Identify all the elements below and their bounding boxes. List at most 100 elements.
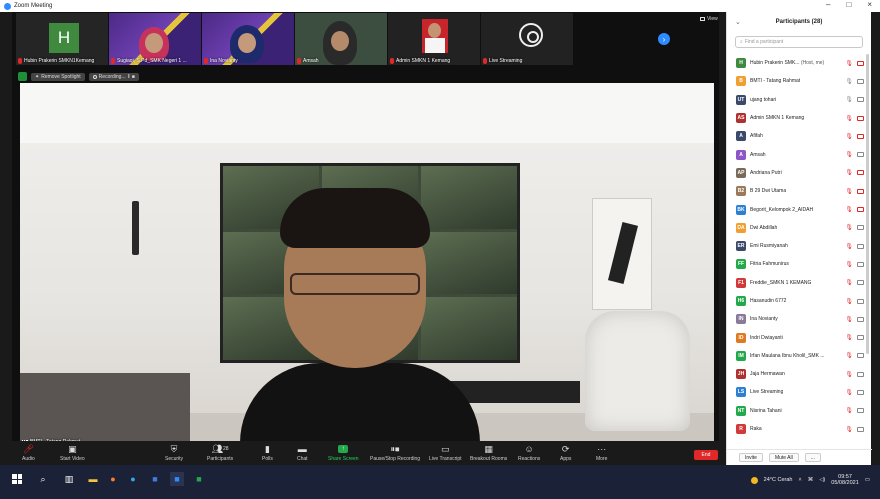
security-button[interactable]: ⛨ Security	[165, 443, 183, 463]
search-input[interactable]: ⌕ Find a participant	[735, 36, 863, 48]
mic-muted-icon[interactable]: 🎙︎	[845, 316, 853, 323]
stop-icon[interactable]: ■	[132, 74, 135, 80]
view-button[interactable]: View	[700, 16, 718, 22]
invite-button[interactable]: Invite	[739, 453, 763, 462]
camera-off-icon[interactable]	[857, 133, 864, 139]
mic-muted-icon[interactable]: 🎙︎	[845, 133, 853, 140]
mic-muted-icon[interactable]: 🎙︎	[845, 334, 853, 341]
mic-muted-icon[interactable]: 🎙︎	[845, 169, 853, 176]
camera-off-icon[interactable]	[857, 60, 864, 66]
participant-row[interactable]: BK Begorit_Kelompok 2_AIDAH 🎙︎	[727, 200, 872, 218]
app-icon[interactable]: ■	[148, 472, 162, 486]
pause-icon[interactable]: ‖	[128, 74, 130, 80]
camera-icon[interactable]	[857, 261, 864, 267]
mic-muted-icon[interactable]: 🎙︎	[845, 352, 853, 359]
camera-icon[interactable]	[857, 243, 864, 249]
camera-icon[interactable]	[857, 280, 864, 286]
participant-row[interactable]: H6 Hasanudin 6772 🎙︎	[727, 292, 872, 310]
participant-row[interactable]: DA Dwi Abdillah 🎙︎	[727, 219, 872, 237]
task-view-icon[interactable]: ▥	[62, 472, 76, 486]
thumbnail-tile[interactable]: H Hubin Prakerin SMKN1Kemang	[16, 13, 108, 65]
camera-off-icon[interactable]	[857, 115, 864, 121]
chevron-up-icon[interactable]: ˄	[798, 477, 801, 483]
maximize-button[interactable]: □	[846, 0, 851, 9]
participant-row[interactable]: ID Indri Dwiayanti 🎙︎	[727, 328, 872, 346]
camera-icon[interactable]	[857, 298, 864, 304]
more-button[interactable]: ··· More	[596, 443, 607, 462]
camera-icon[interactable]	[857, 353, 864, 359]
next-page-arrow-icon[interactable]: ›	[658, 33, 670, 45]
camera-icon[interactable]	[857, 316, 864, 322]
participant-row[interactable]: B BMTI - Tatang Rahmat 🎙︎	[727, 72, 872, 90]
thumbnail-tile[interactable]: Admin SMKN 1 Kemang	[388, 13, 480, 65]
mic-muted-icon[interactable]: 🎙︎	[845, 151, 853, 158]
camera-icon[interactable]	[857, 389, 864, 395]
network-icon[interactable]: ⌘	[808, 477, 814, 483]
participant-row[interactable]: IM Irfan Maulana Ibnu Kholil_SMK ... 🎙︎	[727, 347, 872, 365]
chevron-down-icon[interactable]: ⌄	[735, 18, 741, 26]
chat-button[interactable]: ▬ Chat	[297, 443, 308, 462]
participant-row[interactable]: A Afifah 🎙︎	[727, 127, 872, 145]
close-button[interactable]: ×	[867, 0, 872, 9]
camera-icon[interactable]	[857, 408, 864, 414]
participant-row[interactable]: AS Admin SMKN 1 Kemang 🎙︎	[727, 109, 872, 127]
participants-button[interactable]: 👥︎ 28 Participants	[207, 443, 233, 463]
pause-recording-button[interactable]: ⏸︎⏹︎ Pause/Stop Recording	[370, 443, 420, 463]
edge-icon[interactable]: ●	[126, 472, 140, 486]
camera-icon[interactable]	[857, 426, 864, 432]
participant-row[interactable]: NT Nisrina Tahani 🎙︎	[727, 402, 872, 420]
firefox-icon[interactable]: ●	[106, 472, 120, 486]
mic-muted-icon[interactable]: 🎙︎	[845, 298, 853, 305]
participant-row[interactable]: LS Live Streaming 🎙︎	[727, 383, 872, 401]
app-icon[interactable]: ■	[192, 472, 206, 486]
more-options-button[interactable]: ...	[804, 453, 821, 462]
thumbnail-tile[interactable]: Ina Novianty	[202, 13, 294, 65]
reactions-button[interactable]: ☺ Reactions	[518, 443, 540, 462]
camera-icon[interactable]	[857, 225, 864, 231]
mic-muted-icon[interactable]: 🎙︎	[845, 279, 853, 286]
share-screen-button[interactable]: ↑ Share Screen	[328, 443, 359, 462]
start-button[interactable]	[10, 472, 24, 486]
participant-row[interactable]: H Hubin Prakerin SMK... (Host, me) 🎙︎	[727, 54, 872, 72]
mic-muted-icon[interactable]: 🎙︎	[845, 115, 853, 122]
notification-icon[interactable]: ▭	[865, 477, 870, 483]
participant-row[interactable]: UT ujang tohari 🎙︎	[727, 91, 872, 109]
polls-button[interactable]: ▮ Polls	[262, 443, 273, 463]
camera-icon[interactable]	[857, 152, 864, 158]
camera-icon[interactable]	[857, 97, 864, 103]
thumbnail-tile[interactable]: Amsah	[295, 13, 387, 65]
participant-row[interactable]: B2 B 29 Dwi Utama 🎙︎	[727, 182, 872, 200]
scrollbar[interactable]	[866, 54, 869, 354]
thumbnail-tile[interactable]: Sugiaqi, S.Pd_SMK Negeri 1 ...	[109, 13, 201, 65]
mic-muted-icon[interactable]: 🎙︎	[845, 426, 853, 433]
mic-muted-icon[interactable]: 🎙︎	[845, 389, 853, 396]
mic-muted-icon[interactable]: 🎙︎	[845, 206, 853, 213]
participant-row[interactable]: F1 Freddie_SMKN 1 KEMANG 🎙︎	[727, 274, 872, 292]
mic-muted-icon[interactable]: 🎙︎	[845, 407, 853, 414]
camera-icon[interactable]	[857, 335, 864, 341]
participant-row[interactable]: AP Andriana Putri 🎙︎	[727, 164, 872, 182]
minimize-button[interactable]: –	[826, 0, 830, 9]
participant-row[interactable]: IN Ina Novianty 🎙︎	[727, 310, 872, 328]
camera-off-icon[interactable]	[857, 207, 864, 213]
participant-row[interactable]: JH Jaja Hermawan 🎙︎	[727, 365, 872, 383]
remove-spotlight-button[interactable]: ✦ Remove Spotlight	[31, 72, 85, 81]
search-icon[interactable]: ⌕	[36, 472, 50, 486]
participant-row[interactable]: ER Emi Rusmiyanah 🎙︎	[727, 237, 872, 255]
participant-row[interactable]: A Amsah 🎙︎	[727, 145, 872, 163]
audio-button[interactable]: 🎤︎ Audio	[22, 443, 35, 463]
mic-muted-icon[interactable]: 🎙︎	[845, 60, 853, 67]
mic-icon[interactable]: 🎙︎	[845, 96, 853, 103]
mic-muted-icon[interactable]: 🎙︎	[845, 188, 853, 195]
breakout-rooms-button[interactable]: ▦ Breakout Rooms	[470, 443, 507, 463]
participant-row[interactable]: FF Fitria Fahmunirus 🎙︎	[727, 255, 872, 273]
camera-icon[interactable]	[857, 371, 864, 377]
security-shield-icon[interactable]	[18, 72, 27, 81]
mic-muted-icon[interactable]: 🎙︎	[845, 371, 853, 378]
volume-icon[interactable]: ◁)	[819, 477, 825, 483]
end-meeting-button[interactable]: End	[694, 450, 718, 460]
mute-all-button[interactable]: Mute All	[768, 453, 799, 462]
mic-icon[interactable]: 🎙︎	[845, 78, 853, 85]
zoom-taskbar-icon[interactable]: ■	[170, 472, 184, 486]
file-explorer-icon[interactable]: ▬	[86, 472, 100, 486]
